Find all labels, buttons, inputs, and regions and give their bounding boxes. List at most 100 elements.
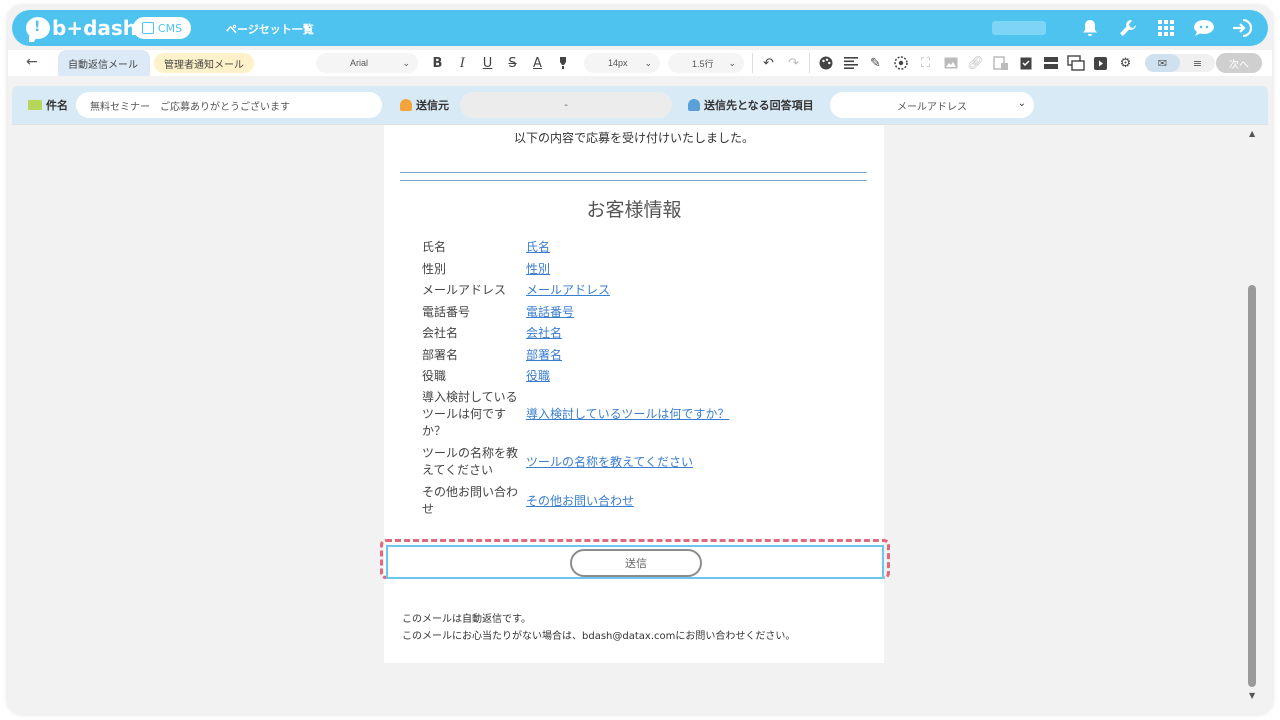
recipient-select[interactable]: メールアドレス ⌄: [830, 92, 1034, 118]
bold-icon[interactable]: B: [428, 53, 447, 73]
row-key: メールアドレス: [422, 283, 507, 297]
field-tag-link[interactable]: 導入検討しているツールは何ですか？: [526, 406, 729, 423]
target-icon[interactable]: [891, 53, 910, 73]
divider-line: [400, 180, 867, 181]
section-block-icon[interactable]: [1041, 53, 1060, 73]
footer-line: このメールにお心当たりがない場合は、bdash@datax.comにお問い合わせ…: [402, 631, 796, 642]
text-color-icon[interactable]: A: [528, 53, 547, 73]
section-title[interactable]: お客様情報: [384, 195, 884, 222]
divider-line: [400, 172, 867, 173]
sender-input[interactable]: -: [460, 92, 672, 118]
tab-admin-notify[interactable]: 管理者通知メール: [154, 53, 254, 73]
field-tag-link[interactable]: メールアドレス: [526, 282, 610, 299]
chevron-down-icon: ⌄: [1017, 98, 1026, 109]
person-icon: [688, 99, 700, 111]
scroll-up-arrow-icon[interactable]: ▲: [1249, 129, 1255, 138]
video-play-icon[interactable]: [1091, 53, 1110, 73]
row-key: 性別: [422, 261, 447, 276]
clipboard-check-icon[interactable]: [1016, 53, 1035, 73]
send-button[interactable]: 送信: [570, 549, 702, 577]
subject-label: 件名: [28, 97, 68, 113]
table-row[interactable]: 部署名 部署名: [422, 344, 862, 366]
logout-icon[interactable]: [1230, 16, 1254, 40]
redo-icon[interactable]: ↷: [784, 53, 803, 73]
scrollbar-thumb[interactable]: [1248, 285, 1256, 687]
field-tag-link[interactable]: 氏名: [526, 239, 550, 256]
format-buttons: B I U S A: [428, 53, 572, 73]
field-tag-link[interactable]: ツールの名称を教えてください: [526, 454, 693, 471]
cms-label: CMS: [157, 21, 183, 35]
undo-icon[interactable]: ↶: [759, 53, 778, 73]
field-tag-link[interactable]: その他お問い合わせ: [526, 493, 634, 510]
sender-label: 送信元: [400, 97, 449, 113]
table-row[interactable]: 電話番号 電話番号: [422, 301, 862, 323]
next-button[interactable]: 次へ: [1216, 53, 1262, 73]
mail-footer[interactable]: このメールは自動返信です。 このメールにお心当たりがない場合は、bdash@da…: [402, 611, 795, 645]
table-row[interactable]: 役職 役職: [422, 366, 862, 387]
underline-icon[interactable]: U: [478, 53, 497, 73]
subject-input[interactable]: 無料セミナー ご応募ありがとうございます: [76, 92, 382, 118]
vertical-scrollbar[interactable]: ▲ ▼: [1246, 125, 1260, 705]
wrench-icon[interactable]: [1116, 16, 1140, 40]
field-tag-link[interactable]: 部署名: [526, 347, 562, 364]
intro-text[interactable]: 以下の内容で応募を受け付けいたしました。: [384, 129, 884, 146]
fullscreen-icon[interactable]: ⛶: [916, 53, 935, 73]
table-row[interactable]: ツールの名称を教えてください ツールの名称を教えてください: [422, 441, 862, 483]
table-row[interactable]: 性別 性別: [422, 258, 862, 280]
mail-icon: [28, 100, 42, 110]
field-tag-link[interactable]: 会社名: [526, 325, 562, 342]
top-header: ! b+dash CMS ページセット一覧: [12, 10, 1268, 46]
app-window: ! b+dash CMS ページセット一覧 ← 自動返信メール 管理者通知メール…: [8, 6, 1272, 714]
cms-button[interactable]: CMS: [133, 17, 191, 39]
support-chat-icon[interactable]: [1192, 16, 1216, 40]
pen-icon[interactable]: ✎: [866, 53, 885, 73]
field-tag-link[interactable]: 役職: [526, 368, 550, 385]
font-size-select[interactable]: 14px ⌄: [584, 53, 660, 73]
table-row[interactable]: 会社名 会社名: [422, 323, 862, 344]
tab-auto-reply[interactable]: 自動返信メール: [58, 50, 150, 76]
toolbar-divider: [752, 53, 753, 73]
table-row[interactable]: 導入検討しているツールは何ですか？ 導入検討しているツールは何ですか？: [422, 387, 862, 441]
align-icon[interactable]: [841, 53, 860, 73]
user-name-blurred: [992, 21, 1046, 35]
logo-bubble-icon: !: [26, 17, 50, 42]
table-row[interactable]: その他お問い合わせ その他お問い合わせ: [422, 483, 862, 519]
palette-icon[interactable]: [816, 53, 835, 73]
insert-item-icon[interactable]: [991, 53, 1010, 73]
text-view-icon[interactable]: ≡: [1180, 54, 1215, 72]
form-field-icon[interactable]: [1066, 53, 1085, 73]
bdash-logo[interactable]: ! b+dash: [26, 16, 137, 42]
highlight-icon[interactable]: [553, 53, 572, 73]
grid-apps-icon[interactable]: [1154, 16, 1178, 40]
field-tag-link[interactable]: 性別: [526, 261, 550, 278]
gear-icon[interactable]: ⚙: [1116, 53, 1135, 73]
row-key: 氏名: [422, 240, 447, 254]
table-row[interactable]: 氏名 氏名: [422, 237, 862, 258]
line-height-value: 1.5行: [692, 58, 714, 69]
sender-label-text: 送信元: [416, 99, 449, 112]
font-size-value: 14px: [608, 58, 628, 68]
send-button-block[interactable]: 送信: [386, 545, 884, 579]
view-mode-toggle: ✉ ≡: [1145, 54, 1215, 72]
link-icon[interactable]: 🔗︎: [966, 53, 985, 73]
row-key: 会社名: [422, 326, 459, 340]
back-arrow-icon[interactable]: ←: [26, 54, 38, 70]
chevron-down-icon: ⌄: [728, 57, 736, 68]
mail-editor-canvas: 以下の内容で応募を受け付けいたしました。 お客様情報 氏名 氏名 性別 性別 メ…: [12, 124, 1268, 704]
line-height-select[interactable]: 1.5行 ⌄: [668, 53, 744, 73]
bell-icon[interactable]: [1078, 16, 1102, 40]
editor-toolbar: ← 自動返信メール 管理者通知メール Arial ⌄ B I U S A 14p…: [8, 50, 1272, 76]
image-icon[interactable]: [941, 53, 960, 73]
font-family-select[interactable]: Arial ⌄: [316, 53, 418, 73]
table-row[interactable]: メールアドレス メールアドレス: [422, 280, 862, 301]
customer-info-table: 氏名 氏名 性別 性別 メールアドレス メールアドレス 電話番号 電話番号 会社…: [422, 237, 862, 519]
chevron-down-icon: ⌄: [644, 57, 652, 68]
scroll-down-arrow-icon[interactable]: ▼: [1249, 691, 1255, 700]
row-key: ツールの名称を教えてください: [422, 446, 519, 477]
mail-body[interactable]: 以下の内容で応募を受け付けいたしました。 お客様情報 氏名 氏名 性別 性別 メ…: [380, 125, 890, 663]
font-family-value: Arial: [350, 58, 369, 68]
strikethrough-icon[interactable]: S: [503, 53, 522, 73]
mail-view-icon[interactable]: ✉: [1145, 54, 1180, 72]
field-tag-link[interactable]: 電話番号: [526, 304, 574, 321]
italic-icon[interactable]: I: [453, 53, 472, 73]
